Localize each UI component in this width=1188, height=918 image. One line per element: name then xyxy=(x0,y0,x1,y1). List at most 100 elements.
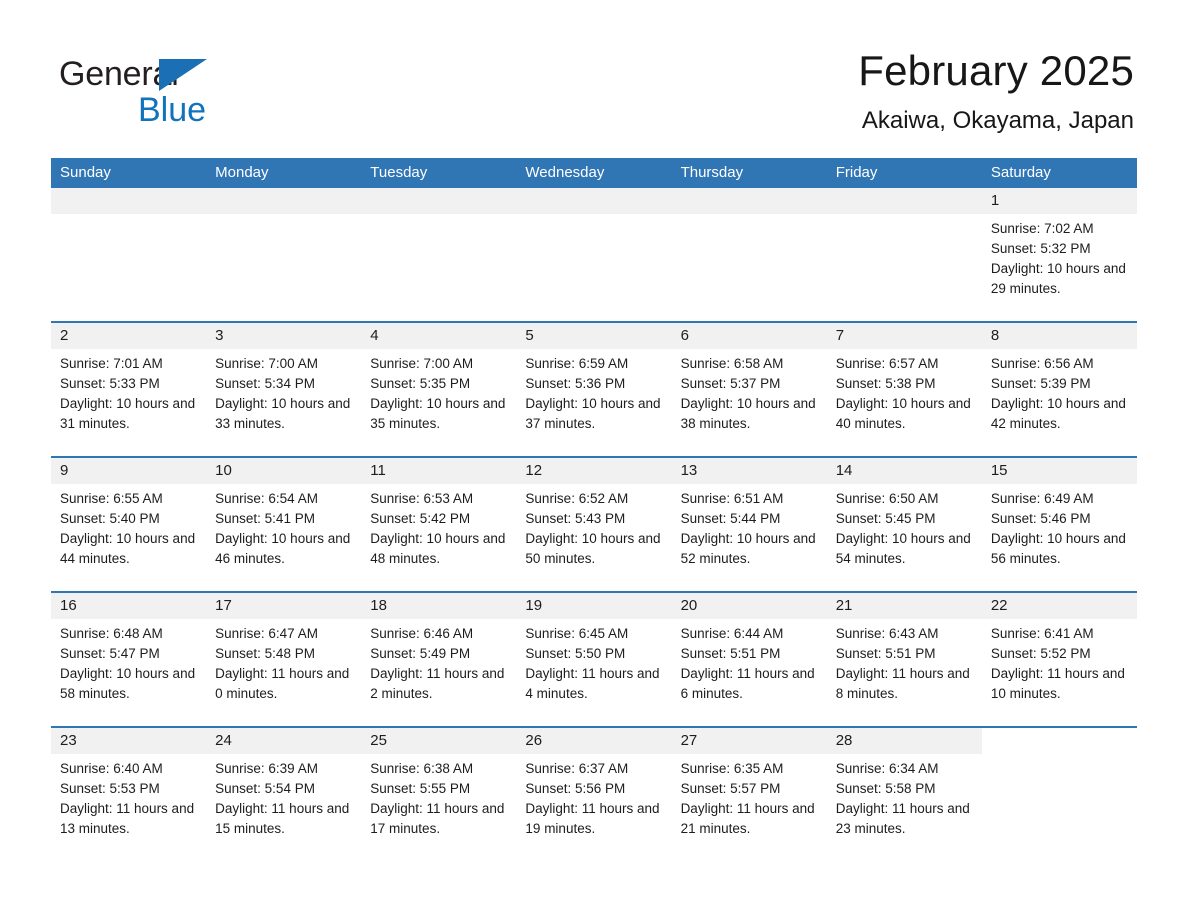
day-sun-info: Sunrise: 6:51 AM Sunset: 5:44 PM Daylight:… xyxy=(672,484,827,569)
sunrise-text: Sunrise: 7:00 AM xyxy=(370,356,474,371)
calendar-day-cell[interactable]: 20 Sunrise: 6:44 AM Sunset: 5:51 PM Dayligh… xyxy=(671,593,827,726)
daylight-text: Daylight: 11 hours and 19 minutes. xyxy=(525,801,660,836)
sunrise-text: Sunrise: 6:50 AM xyxy=(835,491,939,506)
day-sun-info: Sunrise: 7:00 AM Sunset: 5:35 PM Daylight:… xyxy=(361,349,516,434)
calendar-day-cell[interactable]: 9 Sunrise: 6:55 AM Sunset: 5:40 PM Daylight… xyxy=(51,458,207,591)
day-sun-info: Sunrise: 6:41 AM Sunset: 5:52 PM Daylight:… xyxy=(982,619,1137,704)
day-number: 12 xyxy=(516,458,672,484)
daylight-text: Daylight: 11 hours and 13 minutes. xyxy=(60,801,195,836)
sunset-text: Sunset: 5:42 PM xyxy=(370,511,471,526)
sunrise-text: Sunrise: 7:01 AM xyxy=(60,356,163,371)
sunset-text: Sunset: 5:54 PM xyxy=(215,781,315,796)
calendar-day-cell[interactable]: 8 Sunrise: 6:56 AM Sunset: 5:39 PM Daylight… xyxy=(981,323,1137,456)
daylight-text: Daylight: 10 hours and 42 minutes. xyxy=(990,396,1126,431)
calendar-day-cell[interactable]: 1 Sunrise: 7:02 AM Sunset: 5:32 PM Daylight… xyxy=(981,188,1137,321)
sunrise-text: Sunrise: 6:47 AM xyxy=(215,626,318,641)
calendar-day-cell-empty xyxy=(516,188,672,321)
day-number: 9 xyxy=(51,458,207,484)
day-sun-info: Sunrise: 6:46 AM Sunset: 5:49 PM Daylight:… xyxy=(361,619,516,704)
sunset-text: Sunset: 5:39 PM xyxy=(990,376,1091,391)
sunset-text: Sunset: 5:35 PM xyxy=(370,376,471,391)
day-sun-info: Sunrise: 7:02 AM Sunset: 5:32 PM Daylight:… xyxy=(982,214,1137,299)
sunrise-text: Sunrise: 6:37 AM xyxy=(525,761,629,776)
calendar-page: General Blue February 2025 Akaiwa, Okaya… xyxy=(0,0,1188,918)
calendar-day-cell[interactable]: 15 Sunrise: 6:49 AM Sunset: 5:46 PM Dayligh… xyxy=(981,458,1137,591)
calendar-day-cell[interactable]: 24 Sunrise: 6:39 AM Sunset: 5:54 PM Dayligh… xyxy=(206,728,362,861)
sunrise-text: Sunrise: 6:51 AM xyxy=(680,491,784,506)
day-sun-info: Sunrise: 6:55 AM Sunset: 5:40 PM Daylight:… xyxy=(51,484,206,569)
sunset-text: Sunset: 5:43 PM xyxy=(525,511,626,526)
sunrise-text: Sunrise: 6:41 AM xyxy=(990,626,1094,641)
calendar-day-cell[interactable]: 4 Sunrise: 7:00 AM Sunset: 5:35 PM Daylight… xyxy=(361,323,517,456)
calendar-day-cell[interactable]: 21 Sunrise: 6:43 AM Sunset: 5:51 PM Dayligh… xyxy=(826,593,982,726)
day-sun-info: Sunrise: 6:58 AM Sunset: 5:37 PM Daylight:… xyxy=(672,349,827,434)
title-block: February 2025 Akaiwa, Okayama, Japan xyxy=(858,45,1134,137)
calendar-day-cell[interactable]: 27 Sunrise: 6:35 AM Sunset: 5:57 PM Dayligh… xyxy=(671,728,827,861)
calendar-day-cell[interactable]: 14 Sunrise: 6:50 AM Sunset: 5:45 PM Dayligh… xyxy=(826,458,982,591)
sunset-text: Sunset: 5:47 PM xyxy=(60,646,160,661)
sunrise-text: Sunrise: 6:39 AM xyxy=(215,761,318,776)
calendar-day-cell[interactable]: 28 Sunrise: 6:34 AM Sunset: 5:58 PM Dayligh… xyxy=(826,728,982,861)
day-number: 8 xyxy=(981,323,1137,349)
day-number: 3 xyxy=(206,323,362,349)
daylight-text: Daylight: 10 hours and 38 minutes. xyxy=(680,396,816,431)
calendar-day-cell[interactable]: 17 Sunrise: 6:47 AM Sunset: 5:48 PM Dayligh… xyxy=(206,593,362,726)
day-number: 15 xyxy=(981,458,1137,484)
calendar-day-cell-empty xyxy=(981,728,1137,861)
weekday-header-friday: Friday xyxy=(835,164,878,181)
day-number: 14 xyxy=(826,458,982,484)
sunrise-text: Sunrise: 7:00 AM xyxy=(215,356,318,371)
day-number: 19 xyxy=(516,593,672,619)
day-sun-info: Sunrise: 6:49 AM Sunset: 5:46 PM Daylight:… xyxy=(982,484,1137,569)
calendar-day-cell[interactable]: 10 Sunrise: 6:54 AM Sunset: 5:41 PM Dayligh… xyxy=(206,458,362,591)
sunset-text: Sunset: 5:38 PM xyxy=(835,376,936,391)
page-title: February 2025 xyxy=(858,47,1134,94)
day-sun-info: Sunrise: 6:57 AM Sunset: 5:38 PM Daylight:… xyxy=(827,349,982,434)
calendar-day-cell[interactable]: 11 Sunrise: 6:53 AM Sunset: 5:42 PM Dayligh… xyxy=(361,458,517,591)
day-sun-info: Sunrise: 6:44 AM Sunset: 5:51 PM Daylight:… xyxy=(672,619,827,704)
day-sun-info: Sunrise: 6:39 AM Sunset: 5:54 PM Daylight:… xyxy=(206,754,361,839)
sunset-text: Sunset: 5:45 PM xyxy=(835,511,936,526)
day-number: 7 xyxy=(826,323,982,349)
day-sun-info: Sunrise: 6:56 AM Sunset: 5:39 PM Daylight:… xyxy=(982,349,1137,434)
day-sun-info: Sunrise: 6:59 AM Sunset: 5:36 PM Daylight:… xyxy=(516,349,671,434)
calendar-day-cell[interactable]: 26 Sunrise: 6:37 AM Sunset: 5:56 PM Dayligh… xyxy=(516,728,672,861)
logo-top-row: General xyxy=(59,55,379,93)
sunrise-text: Sunrise: 6:45 AM xyxy=(525,626,629,641)
logo-word-blue: Blue xyxy=(138,91,207,129)
calendar-day-cell[interactable]: 5 Sunrise: 6:59 AM Sunset: 5:36 PM Daylight… xyxy=(516,323,672,456)
day-number: 13 xyxy=(671,458,827,484)
calendar-day-cell[interactable]: 16 Sunrise: 6:48 AM Sunset: 5:47 PM Dayligh… xyxy=(51,593,207,726)
calendar-day-cell[interactable]: 19 Sunrise: 6:45 AM Sunset: 5:50 PM Dayligh… xyxy=(516,593,672,726)
day-sun-info: Sunrise: 6:53 AM Sunset: 5:42 PM Daylight:… xyxy=(361,484,516,569)
daylight-text: Daylight: 10 hours and 56 minutes. xyxy=(990,531,1126,566)
weekday-header-thursday: Thursday xyxy=(680,164,744,181)
sunrise-text: Sunrise: 6:35 AM xyxy=(680,761,784,776)
sunrise-text: Sunrise: 6:54 AM xyxy=(215,491,318,506)
sunrise-text: Sunrise: 6:49 AM xyxy=(990,491,1094,506)
calendar-day-cell-empty xyxy=(671,188,827,321)
calendar-day-cell[interactable]: 12 Sunrise: 6:52 AM Sunset: 5:43 PM Dayligh… xyxy=(516,458,672,591)
sunset-text: Sunset: 5:36 PM xyxy=(525,376,626,391)
sunset-text: Sunset: 5:48 PM xyxy=(215,646,315,661)
sunrise-text: Sunrise: 6:44 AM xyxy=(680,626,784,641)
sunrise-text: Sunrise: 6:58 AM xyxy=(680,356,784,371)
calendar-day-cell[interactable]: 6 Sunrise: 6:58 AM Sunset: 5:37 PM Daylight… xyxy=(671,323,827,456)
day-sun-info: Sunrise: 6:43 AM Sunset: 5:51 PM Daylight:… xyxy=(827,619,982,704)
daylight-text: Daylight: 10 hours and 44 minutes. xyxy=(60,531,196,566)
calendar-day-cell[interactable]: 13 Sunrise: 6:51 AM Sunset: 5:44 PM Dayligh… xyxy=(671,458,827,591)
weekday-header-wednesday: Wednesday xyxy=(525,164,605,181)
day-number: 20 xyxy=(671,593,827,619)
calendar-day-cell[interactable]: 22 Sunrise: 6:41 AM Sunset: 5:52 PM Dayligh… xyxy=(981,593,1137,726)
calendar-week-row: 23 Sunrise: 6:40 AM Sunset: 5:53 PM Dayligh… xyxy=(51,726,1137,861)
sunset-text: Sunset: 5:41 PM xyxy=(215,511,315,526)
calendar-day-cell[interactable]: 23 Sunrise: 6:40 AM Sunset: 5:53 PM Dayligh… xyxy=(51,728,207,861)
calendar-day-cell[interactable]: 18 Sunrise: 6:46 AM Sunset: 5:49 PM Dayligh… xyxy=(361,593,517,726)
calendar-week-row: 16 Sunrise: 6:48 AM Sunset: 5:47 PM Dayligh… xyxy=(51,591,1137,726)
calendar-day-cell[interactable]: 2 Sunrise: 7:01 AM Sunset: 5:33 PM Daylight… xyxy=(51,323,207,456)
calendar-day-cell[interactable]: 7 Sunrise: 6:57 AM Sunset: 5:38 PM Daylight… xyxy=(826,323,982,456)
day-number: 18 xyxy=(361,593,517,619)
calendar-day-cell[interactable]: 3 Sunrise: 7:00 AM Sunset: 5:34 PM Daylight… xyxy=(206,323,362,456)
calendar-day-cell[interactable]: 25 Sunrise: 6:38 AM Sunset: 5:55 PM Dayligh… xyxy=(361,728,517,861)
daylight-text: Daylight: 10 hours and 54 minutes. xyxy=(835,531,971,566)
